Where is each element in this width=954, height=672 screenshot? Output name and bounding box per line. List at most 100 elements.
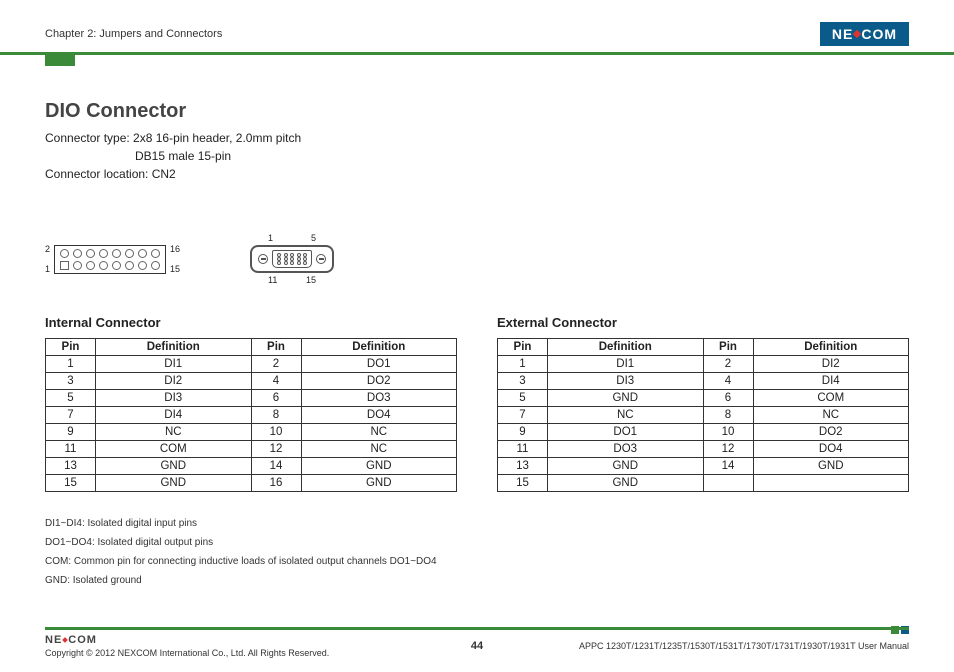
pin-cell: 6 <box>703 390 753 407</box>
def-cell: DO4 <box>753 441 909 458</box>
pin-cell: 5 <box>46 390 96 407</box>
note-gnd: GND: Isolated ground <box>45 571 909 590</box>
def-cell: NC <box>548 407 704 424</box>
def-cell: GND <box>301 458 457 475</box>
def-cell: DI3 <box>548 373 704 390</box>
internal-table-title: Internal Connector <box>45 315 457 330</box>
pin-cell: 15 <box>46 475 96 492</box>
def-cell: GND <box>548 475 704 492</box>
connector-type-2: DB15 male 15-pin <box>135 147 909 165</box>
screw-icon <box>258 254 268 264</box>
pin-cell: 15 <box>498 475 548 492</box>
def-cell: DI3 <box>96 390 252 407</box>
pin-cell: 2 <box>251 356 301 373</box>
def-cell: DI2 <box>96 373 252 390</box>
def-cell: GND <box>753 458 909 475</box>
th-def: Definition <box>96 339 252 356</box>
pin-cell <box>703 475 753 492</box>
chapter-label: Chapter 2: Jumpers and Connectors <box>45 28 222 40</box>
def-cell: DO3 <box>301 390 457 407</box>
table-row: 1DI12DI2 <box>498 356 909 373</box>
table-row: 5GND6COM <box>498 390 909 407</box>
pin-cell: 9 <box>498 424 548 441</box>
pin-cell: 9 <box>46 424 96 441</box>
diag-label-bl: 1 <box>45 264 50 274</box>
note-com: COM: Common pin for connecting inductive… <box>45 552 909 571</box>
table-row: 7DI48DO4 <box>46 407 457 424</box>
def-cell: DI2 <box>753 356 909 373</box>
def-cell: DO1 <box>301 356 457 373</box>
def-cell: DO3 <box>548 441 704 458</box>
table-row: 1DI12DO1 <box>46 356 457 373</box>
def-cell: DI4 <box>753 373 909 390</box>
db15-top-r: 5 <box>311 233 316 243</box>
pin-cell: 13 <box>46 458 96 475</box>
diag-label-tr: 16 <box>170 244 180 254</box>
pin-cell: 10 <box>251 424 301 441</box>
pin-cell: 6 <box>251 390 301 407</box>
table-row: 7NC8NC <box>498 407 909 424</box>
def-cell: COM <box>753 390 909 407</box>
pin-cell: 13 <box>498 458 548 475</box>
th-def: Definition <box>753 339 909 356</box>
table-row: 5DI36DO3 <box>46 390 457 407</box>
db15-diagram: 1 5 11 15 <box>250 233 334 285</box>
pin-cell: 1 <box>46 356 96 373</box>
page-number: 44 <box>45 640 909 652</box>
pin-cell: 14 <box>251 458 301 475</box>
pin-cell: 11 <box>46 441 96 458</box>
def-cell: NC <box>753 407 909 424</box>
db15-top-l: 1 <box>268 233 273 243</box>
header-accent-block <box>45 52 75 66</box>
th-pin: Pin <box>498 339 548 356</box>
def-cell: DO4 <box>301 407 457 424</box>
def-cell: GND <box>301 475 457 492</box>
def-cell: DO2 <box>753 424 909 441</box>
table-row: 15GND16GND <box>46 475 457 492</box>
db15-bot-l: 11 <box>268 275 277 285</box>
def-cell: NC <box>96 424 252 441</box>
internal-connector-table: Pin Definition Pin Definition 1DI12DO13D… <box>45 338 457 492</box>
pin-cell: 4 <box>251 373 301 390</box>
pin-cell: 11 <box>498 441 548 458</box>
th-def: Definition <box>301 339 457 356</box>
def-cell: DO1 <box>548 424 704 441</box>
diag-label-tl: 2 <box>45 244 50 254</box>
pin-cell: 12 <box>703 441 753 458</box>
table-row: 9DO110DO2 <box>498 424 909 441</box>
pin-cell: 8 <box>251 407 301 424</box>
db15-bot-r: 15 <box>306 275 316 285</box>
pin-cell: 12 <box>251 441 301 458</box>
def-cell <box>753 475 909 492</box>
def-cell: GND <box>548 390 704 407</box>
pin-cell: 5 <box>498 390 548 407</box>
def-cell: NC <box>301 424 457 441</box>
external-connector-table: Pin Definition Pin Definition 1DI12DI23D… <box>497 338 909 492</box>
pin-cell: 3 <box>498 373 548 390</box>
pin-cell: 2 <box>703 356 753 373</box>
pin-cell: 1 <box>498 356 548 373</box>
connector-location: Connector location: CN2 <box>45 165 909 183</box>
def-cell: GND <box>548 458 704 475</box>
header-pin-diagram: 2 1 16 15 <box>45 244 180 274</box>
connector-type-1: Connector type: 2x8 16-pin header, 2.0mm… <box>45 129 909 147</box>
def-cell: COM <box>96 441 252 458</box>
pin-cell: 4 <box>703 373 753 390</box>
th-pin: Pin <box>251 339 301 356</box>
pin-cell: 16 <box>251 475 301 492</box>
pin-cell: 8 <box>703 407 753 424</box>
table-row: 11COM12NC <box>46 441 457 458</box>
pin-cell: 3 <box>46 373 96 390</box>
pin-cell: 14 <box>703 458 753 475</box>
table-row: 3DI24DO2 <box>46 373 457 390</box>
def-cell: NC <box>301 441 457 458</box>
logo-text-left: NE <box>832 26 853 42</box>
header-stripe <box>0 52 954 55</box>
table-row: 13GND14GND <box>498 458 909 475</box>
th-pin: Pin <box>703 339 753 356</box>
external-table-title: External Connector <box>497 315 909 330</box>
table-row: 11DO312DO4 <box>498 441 909 458</box>
def-cell: DO2 <box>301 373 457 390</box>
def-cell: GND <box>96 458 252 475</box>
pin-cell: 7 <box>498 407 548 424</box>
